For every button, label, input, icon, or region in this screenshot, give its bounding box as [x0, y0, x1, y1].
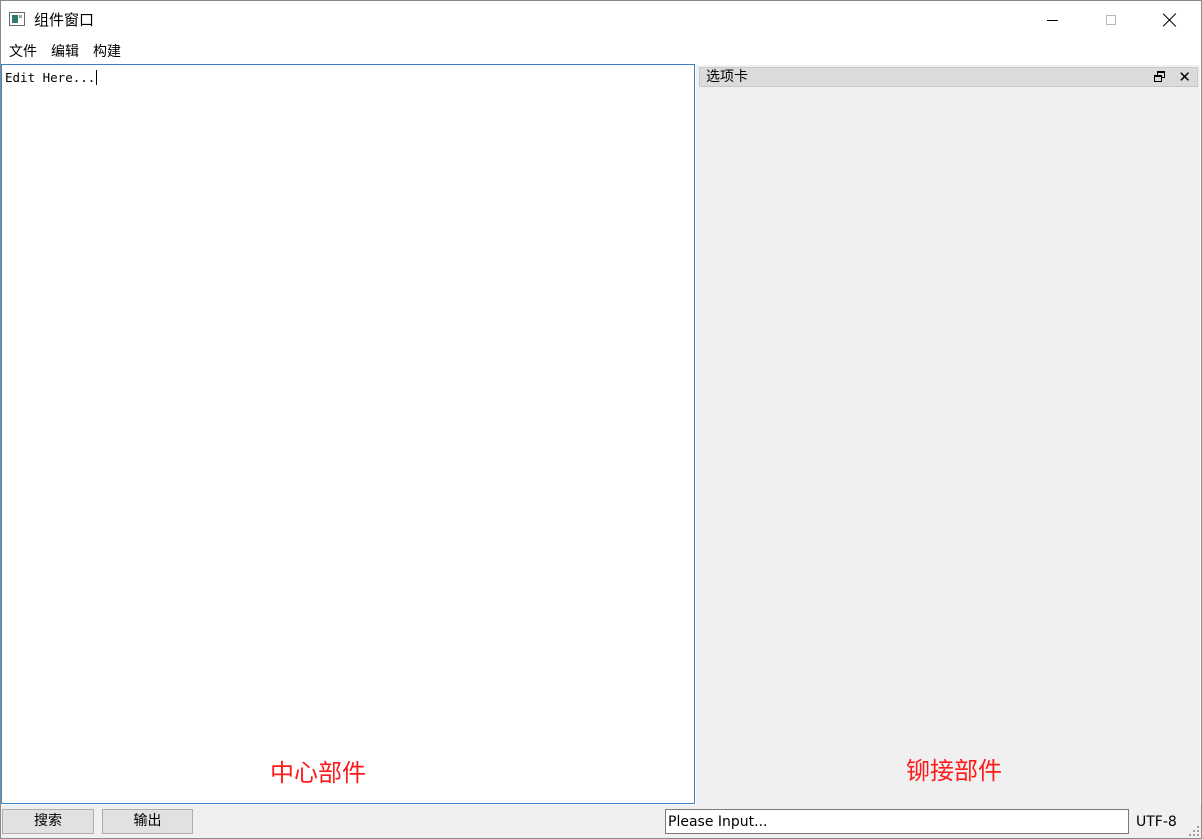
window-title: 组件窗口: [34, 11, 95, 29]
search-button[interactable]: 搜索: [2, 809, 94, 834]
close-button[interactable]: [1141, 1, 1199, 39]
status-input[interactable]: [665, 809, 1129, 834]
maximize-button[interactable]: [1082, 1, 1140, 39]
dock-float-icon[interactable]: [1154, 71, 1167, 83]
app-window-icon: [9, 12, 25, 26]
dock-widget-label: 铆接部件: [906, 757, 1002, 785]
editor-content[interactable]: Edit Here...: [5, 70, 98, 86]
menu-item-edit[interactable]: 编辑: [44, 40, 86, 64]
output-button[interactable]: 输出: [102, 809, 193, 834]
menu-bar: 文件 编辑 构建: [1, 39, 1201, 64]
dock-close-icon[interactable]: ✕: [1178, 68, 1191, 86]
minimize-button[interactable]: [1023, 1, 1081, 39]
resize-grip-icon[interactable]: [1187, 824, 1199, 836]
text-caret: [96, 70, 98, 85]
minimize-icon: [1046, 19, 1058, 21]
central-text-editor[interactable]: Edit Here... 中心部件: [1, 64, 695, 804]
dock-widget: 选项卡 ✕ 铆接部件: [696, 65, 1200, 805]
encoding-label: UTF-8: [1136, 814, 1177, 830]
main-window: 组件窗口 文件 编辑 构建 Edit Here... 中心部件 选项卡 ✕ 铆接…: [0, 0, 1202, 839]
menu-item-build[interactable]: 构建: [86, 40, 128, 64]
status-bar: 搜索 输出 UTF-8: [1, 805, 1201, 838]
maximize-icon: [1106, 15, 1116, 25]
title-bar[interactable]: 组件窗口: [1, 1, 1201, 39]
close-icon: [1163, 13, 1177, 27]
central-widget-label: 中心部件: [270, 759, 366, 787]
dock-title-bar[interactable]: 选项卡 ✕: [699, 67, 1198, 87]
dock-title: 选项卡: [706, 69, 748, 85]
editor-text: Edit Here...: [5, 70, 96, 85]
menu-item-file[interactable]: 文件: [2, 40, 44, 64]
